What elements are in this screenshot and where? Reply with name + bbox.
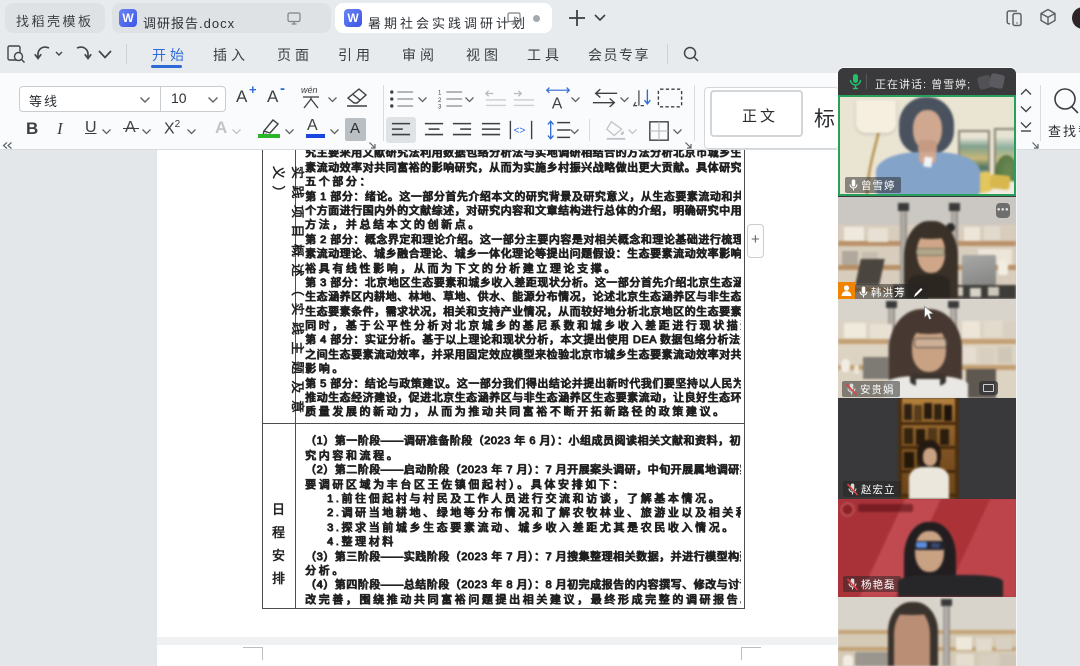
svg-text:wén: wén xyxy=(301,85,318,95)
svg-text:2: 2 xyxy=(438,98,442,104)
svg-text:1: 1 xyxy=(438,90,442,96)
svg-text:3: 3 xyxy=(438,105,442,110)
svg-text:A: A xyxy=(552,95,563,112)
svg-text:<>: <> xyxy=(514,126,526,137)
